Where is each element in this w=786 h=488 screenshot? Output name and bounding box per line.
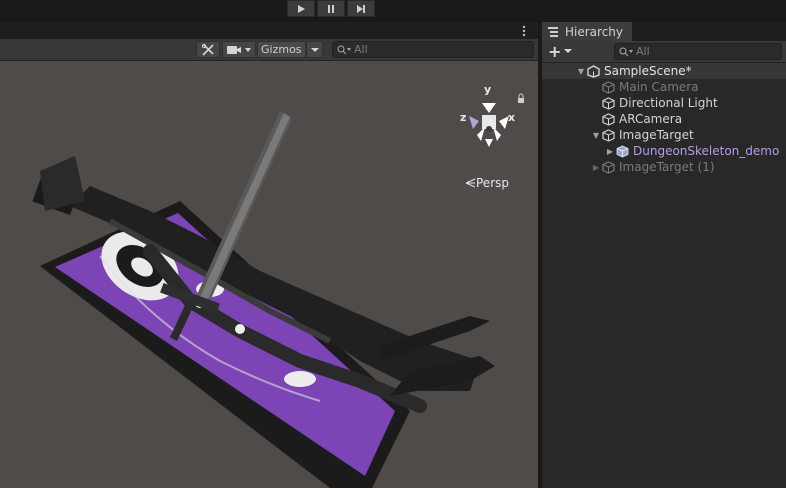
add-button[interactable]: + <box>548 41 573 61</box>
scene-name: SampleScene* <box>604 64 692 78</box>
hierarchy-item-dungeonskeleton[interactable]: ▶ DungeonSkeleton_demo <box>542 143 786 159</box>
chevron-down-icon <box>564 49 573 53</box>
hierarchy-item-label: ImageTarget <box>619 128 694 142</box>
gameobject-icon <box>602 80 615 94</box>
hierarchy-item-label: ImageTarget (1) <box>619 160 715 174</box>
hierarchy-item-label: ARCamera <box>619 112 683 126</box>
hierarchy-item-imagetarget[interactable]: ▼ ImageTarget <box>542 127 786 143</box>
tools-button[interactable] <box>196 41 220 58</box>
gameobject-icon <box>602 112 615 126</box>
scene-search-placeholder: All <box>354 43 368 56</box>
kebab-menu-icon[interactable] <box>522 25 526 37</box>
play-button[interactable] <box>287 0 315 17</box>
scene-row[interactable]: ▼ SampleScene* <box>542 63 786 79</box>
scene-viewport[interactable]: y z x Persp <box>0 61 538 488</box>
hierarchy-panel: Hierarchy + All ▼ SampleScene* Main Came… <box>542 22 786 488</box>
hierarchy-tab-label: Hierarchy <box>565 25 624 39</box>
chevron-down-icon <box>310 47 319 52</box>
pause-button[interactable] <box>317 0 345 17</box>
hierarchy-search-placeholder: All <box>636 45 650 58</box>
camera-icon <box>227 45 251 54</box>
persp-icon <box>465 178 476 188</box>
collapse-arrow-icon[interactable]: ▶ <box>604 147 616 156</box>
gameobject-icon <box>602 160 615 174</box>
scene-view-panel: Gizmos All y z x Persp <box>0 22 538 488</box>
hierarchy-item-main-camera[interactable]: Main Camera <box>542 79 786 95</box>
gizmos-button[interactable]: Gizmos <box>257 41 306 58</box>
play-icon <box>298 4 305 13</box>
persp-label: Persp <box>476 176 509 190</box>
hierarchy-item-arcamera[interactable]: ARCamera <box>542 111 786 127</box>
hierarchy-item-label: DungeonSkeleton_demo <box>633 144 780 158</box>
hierarchy-icon <box>548 27 558 37</box>
hierarchy-item-directional-light[interactable]: Directional Light <box>542 95 786 111</box>
hierarchy-search-input[interactable]: All <box>614 43 782 60</box>
camera-button[interactable] <box>222 41 256 58</box>
hierarchy-toolbar: + All <box>542 41 786 63</box>
search-icon <box>619 47 633 56</box>
axis-z-label: z <box>460 111 467 124</box>
pause-icon <box>328 4 334 13</box>
play-toolbar <box>0 0 786 20</box>
expand-arrow-icon[interactable]: ▼ <box>575 67 587 76</box>
step-button[interactable] <box>347 0 375 17</box>
hierarchy-item-label: Directional Light <box>619 96 718 110</box>
collapse-arrow-icon[interactable]: ▶ <box>590 163 602 172</box>
axis-x-label: x <box>508 111 516 124</box>
add-label: + <box>548 41 562 61</box>
orientation-gizmo[interactable]: y z x <box>455 83 525 163</box>
tools-icon <box>201 43 214 56</box>
scene-search-input[interactable]: All <box>332 41 534 58</box>
hierarchy-item-imagetarget-1[interactable]: ▶ ImageTarget (1) <box>542 159 786 175</box>
gizmos-label: Gizmos <box>261 43 302 56</box>
scene-tabstrip <box>0 22 538 39</box>
search-icon <box>337 45 351 54</box>
axis-y-label: y <box>484 83 492 96</box>
hierarchy-item-label: Main Camera <box>619 80 699 94</box>
persp-toggle[interactable]: Persp <box>464 176 509 190</box>
scene-toolbar: Gizmos All <box>0 39 538 61</box>
expand-arrow-icon[interactable]: ▼ <box>590 131 602 140</box>
hierarchy-tabstrip: Hierarchy <box>542 22 786 42</box>
tab-hierarchy[interactable]: Hierarchy <box>542 22 632 42</box>
gameobject-icon <box>602 128 615 142</box>
unity-scene-icon <box>587 64 600 78</box>
prefab-icon <box>616 145 629 157</box>
step-icon <box>357 4 365 13</box>
gizmos-dropdown[interactable] <box>306 41 323 58</box>
gameobject-icon <box>602 96 615 110</box>
